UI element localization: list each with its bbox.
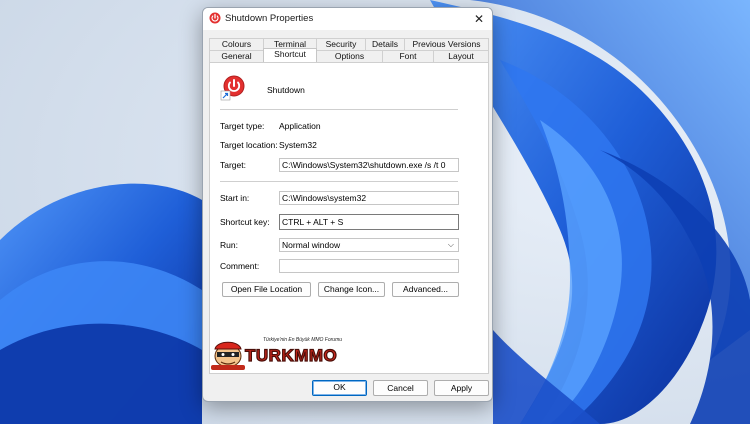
target-type-label: Target type: (220, 121, 265, 131)
tab-general[interactable]: General (209, 50, 264, 62)
close-icon: ✕ (473, 12, 485, 26)
power-shutdown-icon (220, 75, 245, 101)
tab-font[interactable]: Font (382, 50, 434, 62)
target-type-value: Application (279, 121, 321, 131)
watermark-tagline: Türkiye'nin En Büyük MMO Forumu (263, 337, 342, 343)
tab-shortcut[interactable]: Shortcut (263, 48, 317, 62)
window-title: Shutdown Properties (225, 13, 314, 24)
target-location-value: System32 (279, 140, 317, 150)
shortcut-key-input[interactable]: CTRL + ALT + S (279, 214, 459, 230)
target-label: Target: (220, 160, 246, 170)
divider (220, 109, 458, 110)
watermark-brand: TURKMMO (245, 346, 337, 365)
properties-dialog: Shutdown Properties ✕ Colours Terminal S… (202, 7, 493, 402)
shortcut-name: Shutdown (267, 85, 305, 95)
run-select[interactable]: Normal window ⌵ (279, 238, 459, 252)
comment-input[interactable] (279, 259, 459, 273)
change-icon-button[interactable]: Change Icon... (318, 282, 385, 297)
divider (220, 181, 458, 182)
start-in-input[interactable]: C:\Windows\system32 (279, 191, 459, 205)
open-file-location-button[interactable]: Open File Location (222, 282, 311, 297)
apply-button[interactable]: Apply (434, 380, 489, 396)
tab-options[interactable]: Options (316, 50, 383, 62)
advanced-button[interactable]: Advanced... (392, 282, 459, 297)
ok-button[interactable]: OK (312, 380, 367, 396)
tab-row-top: Colours Terminal Security Details Previo… (209, 38, 489, 50)
chevron-down-icon: ⌵ (447, 240, 454, 249)
target-input[interactable]: C:\Windows\System32\shutdown.exe /s /t 0 (279, 158, 459, 172)
power-shutdown-icon (209, 12, 221, 24)
shortcut-tab-panel: Shutdown Target type: Application Target… (209, 62, 489, 374)
target-location-label: Target location: (220, 140, 278, 150)
tab-layout[interactable]: Layout (433, 50, 489, 62)
cancel-button[interactable]: Cancel (373, 380, 428, 396)
shortcut-key-label: Shortcut key: (220, 217, 270, 227)
run-label: Run: (220, 240, 238, 250)
tab-details[interactable]: Details (365, 38, 405, 50)
tab-security[interactable]: Security (316, 38, 366, 50)
tab-row-bottom: General Shortcut Options Font Layout (209, 48, 489, 62)
close-button[interactable]: ✕ (466, 8, 492, 30)
tab-colours[interactable]: Colours (209, 38, 264, 50)
run-select-value: Normal window (282, 240, 341, 250)
title-bar[interactable]: Shutdown Properties ✕ (203, 8, 492, 30)
tab-previous-versions[interactable]: Previous Versions (404, 38, 489, 50)
turkmmo-watermark-logo: Türkiye'nin En Büyük MMO Forumu TURKMMO (211, 337, 342, 370)
start-in-label: Start in: (220, 193, 250, 203)
comment-label: Comment: (220, 261, 260, 271)
